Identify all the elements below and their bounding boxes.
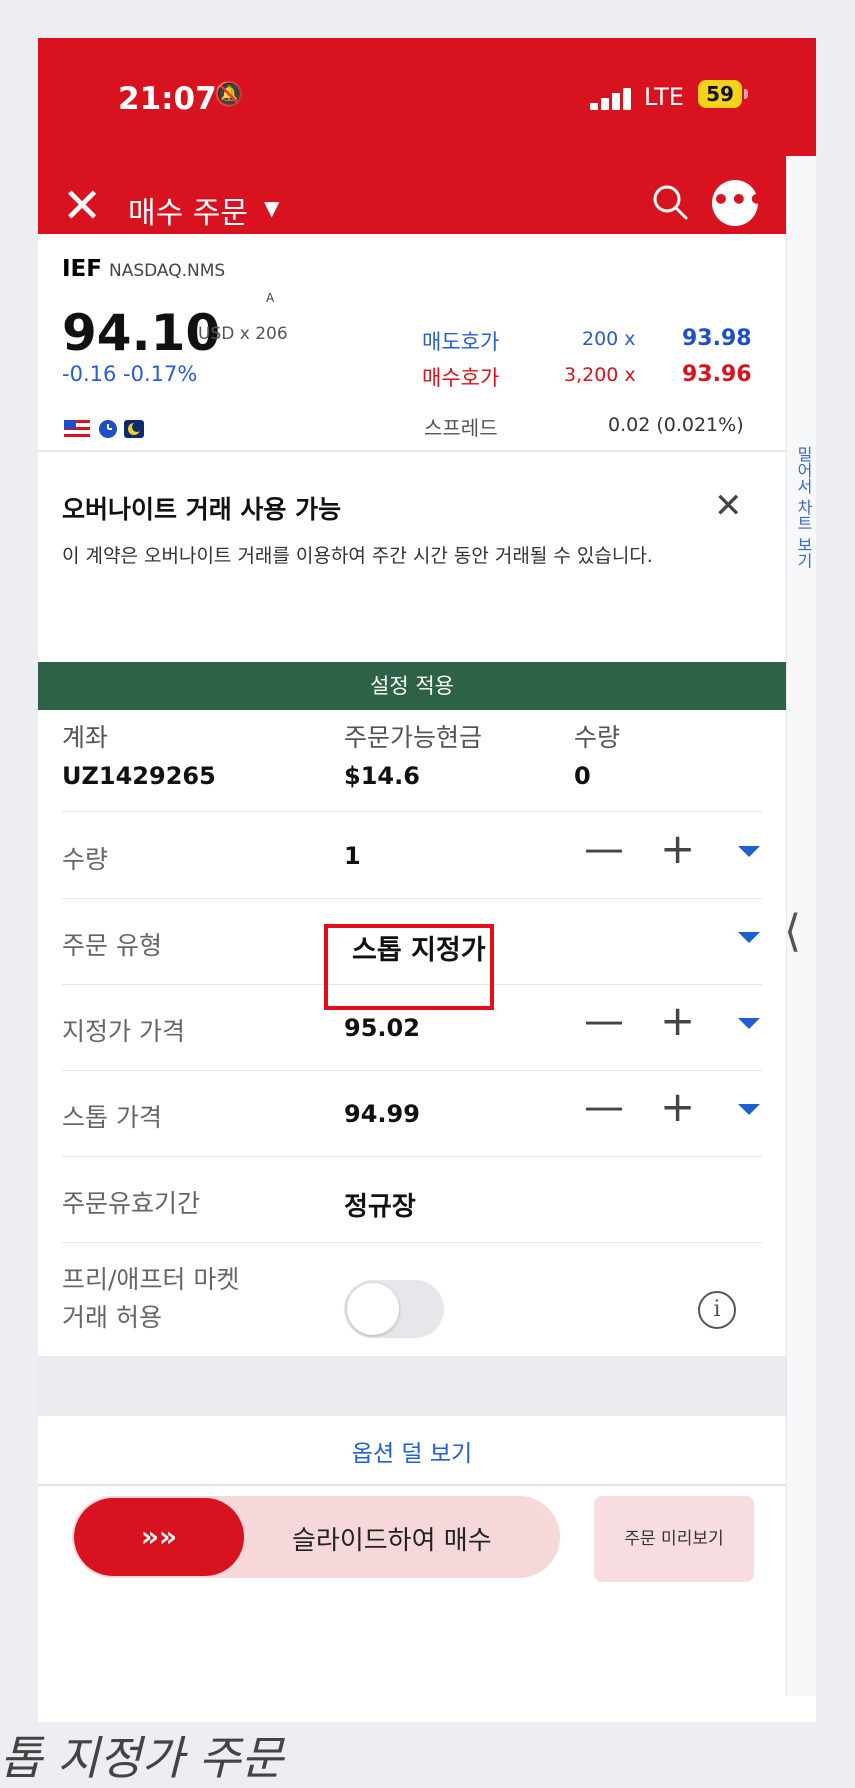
divider [38, 1484, 786, 1486]
more-icon[interactable]: ••• [712, 180, 766, 226]
close-icon[interactable]: ✕ [62, 182, 102, 230]
order-side-selector[interactable]: 매수 주문 [128, 188, 248, 232]
app-header: 21:07 🔕 LTE 59 ✕ 매수 주문 ▼ ••• [38, 38, 816, 234]
ask-label: 매도호가 [422, 330, 500, 354]
quantity-input[interactable]: 1 [344, 842, 361, 870]
price-unit: USD x 206 [198, 324, 288, 344]
toggle-knob [347, 1283, 399, 1335]
stop-price-label: 스톱 가격 [62, 1103, 162, 1132]
slide-to-buy-label: 슬라이드하여 매수 [292, 1526, 492, 1556]
moon-icon [124, 420, 144, 438]
position-qty-value: 0 [574, 762, 591, 790]
order-preview-button[interactable]: 주문 미리보기 [594, 1496, 754, 1582]
caption-text: 톱 지정가 주문 [0, 1731, 284, 1785]
bid-label: 매수호가 [422, 366, 500, 390]
extended-hours-label-2: 거래 허용 [62, 1303, 162, 1332]
section-spacer [38, 1356, 786, 1416]
stop-price-minus-button[interactable]: — [584, 1084, 624, 1130]
slide-handle-arrows-icon[interactable]: »» [74, 1498, 244, 1576]
battery-tip [744, 89, 748, 99]
cash-value: $14.6 [344, 762, 420, 790]
account-value[interactable]: UZ1429265 [62, 762, 216, 790]
last-price: 94.10 [62, 304, 221, 362]
signal-icon [590, 86, 636, 110]
order-type-label: 주문 유형 [62, 931, 162, 960]
time-in-force-label: 주문유효기간 [62, 1189, 201, 1218]
battery-icon: 59 [698, 80, 742, 108]
status-time: 21:07 [118, 81, 217, 117]
time-in-force-row: 주문유효기간 정규장 [62, 1156, 762, 1243]
caret-down-icon[interactable]: ▼ [264, 196, 279, 220]
time-in-force-select[interactable]: 정규장 [344, 1186, 416, 1223]
clock-icon [99, 420, 117, 438]
quantity-minus-button[interactable]: — [584, 826, 624, 872]
price-change: -0.16 -0.17% [62, 362, 198, 386]
bid-size: 3,200 x [564, 364, 636, 386]
us-flag-icon [64, 420, 90, 438]
order-type-dropdown-icon[interactable] [738, 932, 760, 943]
extended-hours-label-1: 프리/애프터 마켓 [62, 1265, 240, 1294]
limit-price-input[interactable]: 95.02 [344, 1014, 420, 1042]
limit-price-dropdown-icon[interactable] [738, 1018, 760, 1029]
quantity-plus-button[interactable]: + [660, 824, 695, 873]
symbol: IEF [62, 256, 102, 282]
ask-price: 93.98 [682, 326, 752, 351]
stop-price-plus-button[interactable]: + [660, 1082, 695, 1131]
apply-settings-button[interactable]: 설정 적용 [38, 662, 786, 710]
quantity-dropdown-icon[interactable] [738, 846, 760, 857]
divider [38, 450, 786, 452]
limit-price-row: 지정가 가격 95.02 — + [62, 984, 762, 1071]
chart-side-panel[interactable]: 밀어서 차트 보기 ⟨ [784, 156, 816, 1696]
stop-price-row: 스톱 가격 94.99 — + [62, 1070, 762, 1157]
limit-price-plus-button[interactable]: + [660, 996, 695, 1045]
stop-price-dropdown-icon[interactable] [738, 1104, 760, 1115]
overnight-banner-text: 이 계약은 오버나이트 거래를 이용하여 주간 시간 동안 거래될 수 있습니다… [62, 545, 653, 567]
bid-price: 93.96 [682, 362, 752, 387]
fewer-options-link[interactable]: 옵션 덜 보기 [38, 1434, 786, 1468]
network-type: LTE [644, 83, 684, 111]
exchange: NASDAQ.NMS [108, 261, 226, 281]
slide-to-buy-control[interactable]: »» 슬라이드하여 매수 [72, 1496, 560, 1578]
quantity-row: 수량 1 — + [62, 812, 762, 899]
quantity-label: 수량 [62, 845, 109, 874]
info-icon[interactable]: i [698, 1291, 736, 1329]
phone-screen: 21:07 🔕 LTE 59 ✕ 매수 주문 ▼ ••• 밀어서 차트 보기 ⟨… [38, 38, 816, 1722]
search-icon[interactable] [650, 182, 690, 222]
limit-price-minus-button[interactable]: — [584, 998, 624, 1044]
ask-size: 200 x [582, 328, 636, 350]
symbol-line: IEF NASDAQ.NMS [62, 256, 225, 282]
position-qty-label: 수량 [574, 723, 621, 752]
chevron-left-icon[interactable]: ⟨ [784, 906, 801, 957]
overnight-banner-title: 오버나이트 거래 사용 가능 [62, 495, 342, 524]
account-label: 계좌 [62, 723, 109, 752]
chart-side-label[interactable]: 밀어서 차트 보기 [789, 446, 815, 568]
bell-muted-icon: 🔕 [214, 80, 244, 108]
stop-price-input[interactable]: 94.99 [344, 1100, 420, 1128]
price-flag: A [266, 291, 275, 305]
spread-label: 스프레드 [424, 416, 498, 440]
cash-label: 주문가능현금 [344, 723, 483, 752]
limit-price-label: 지정가 가격 [62, 1017, 185, 1046]
market-session-icons [64, 420, 144, 438]
spread-value: 0.02 (0.021%) [608, 414, 744, 436]
extended-hours-toggle[interactable] [344, 1280, 444, 1338]
banner-close-icon[interactable]: ✕ [714, 486, 743, 526]
